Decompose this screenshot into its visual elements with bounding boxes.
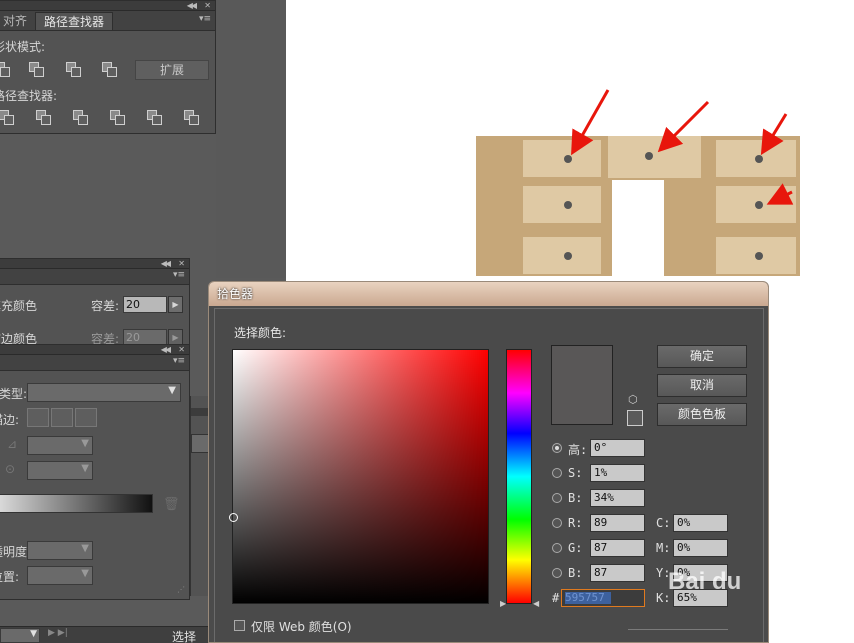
pathfinders-label: 路径查找器: [0,89,58,103]
angle-select[interactable]: ▼ [27,461,93,480]
panel-menu-icon[interactable]: ▾≡ [199,14,211,24]
arrow-2 [657,100,710,153]
shape-modes-label: 形状模式: [0,40,46,54]
arrow-1 [571,89,610,156]
stroke-label: 描边: [0,413,20,427]
divider [628,629,728,630]
hue-marker-left-icon: ▶ [500,599,507,608]
annotation-arrows [571,89,794,205]
aspect-select[interactable]: ▼ [27,436,93,455]
radio-hue[interactable] [552,443,562,453]
intersect-icon[interactable] [66,62,82,78]
tolerance-label: 容差: [91,299,120,313]
unite-icon[interactable] [0,62,11,78]
hue-slider[interactable] [506,349,532,604]
radio-saturation[interactable] [552,468,562,478]
tab-pathfinder[interactable]: 路径查找器 [35,12,114,30]
b-input[interactable]: 34% [590,489,645,507]
exclude-icon[interactable] [102,62,118,78]
gradient-slider[interactable] [0,494,153,513]
c-input[interactable]: 0% [673,514,728,532]
chevron-down-icon: ▼ [168,385,176,396]
s-label: S: [568,466,583,480]
chevron-down-icon: ▼ [81,438,89,449]
crop-icon[interactable] [110,110,126,126]
expand-button[interactable]: 扩展 [135,60,209,80]
chevron-down-icon: ▼ [81,543,89,554]
minus-back-icon[interactable] [184,110,200,126]
outline-icon[interactable] [147,110,163,126]
minus-front-icon[interactable] [29,62,45,78]
hue-marker-right-icon: ◀ [533,599,540,608]
out-of-gamut-cube-icon[interactable]: ⬡ [628,393,638,406]
web-only-checkbox[interactable] [234,620,245,631]
ok-button[interactable]: 确定 [657,345,747,368]
status-bar: ▼ ▶ ▶| 选择 [0,626,208,643]
page-nav-icon[interactable]: ▶ ▶| [48,628,68,638]
divide-icon[interactable] [0,110,15,126]
arrow-4 [766,183,794,205]
aspect-icon: ⊿ [7,437,18,451]
arrow-3 [760,113,788,156]
trash-icon[interactable]: 🗑 [163,497,180,512]
color-preview-swatch [551,345,613,425]
m-input[interactable]: 0% [673,539,728,557]
web-safe-swatch-icon[interactable] [627,410,643,426]
fill-color-label: 填充颜色 [0,299,38,313]
r-label: R: [568,516,583,530]
tolerance-input[interactable]: 20 [123,296,167,313]
panel-menu-icon[interactable]: ▾≡ [173,270,185,280]
type-select[interactable]: ▼ [27,383,181,402]
b-label: B: [568,491,583,505]
blue-label: B: [568,566,583,580]
c-label: C: [656,516,671,530]
blue-input[interactable]: 87 [590,564,645,582]
m-label: M: [656,541,671,555]
tab-align[interactable]: 对齐 [0,12,35,30]
angle-icon: ⊙ [5,462,16,476]
zoom-select[interactable]: ▼ [0,628,40,643]
radio-red[interactable] [552,518,562,528]
magic-wand-panel: ◀◀✕ ▾≡ 填充颜色 容差: 20 ▶ 描边颜色 容差: 20 ▶ [0,258,190,348]
dialog-title: 拾色器 [209,282,768,306]
color-cursor-icon [229,513,238,522]
h-input[interactable]: 0° [590,439,645,457]
panel-menu-icon[interactable]: ▾≡ [173,356,185,366]
color-field[interactable] [229,349,489,604]
g-input[interactable]: 87 [590,539,645,557]
chevron-down-icon: ▼ [81,568,89,579]
type-label: 类型: [0,387,28,401]
gradient-panel: ◀◀✕ ▾≡ 类型: ▼ 描边: ⊿ ▼ ⊙ ▼ 🗑 不透明度: ▼ 位置: ▼… [0,344,190,600]
pathfinder-panel: ◀◀✕ 对齐 路径查找器 ▾≡ 形状模式: 扩展 路径查找器: [0,0,216,134]
cancel-button[interactable]: 取消 [657,374,747,397]
color-swatches-button[interactable]: 颜色色板 [657,403,747,426]
canvas-pasteboard[interactable] [216,0,286,278]
merge-icon[interactable] [73,110,89,126]
h-label: 高: [568,443,588,457]
g-label: G: [568,541,583,555]
s-input[interactable]: 1% [590,464,645,482]
resize-grip-icon[interactable]: ⋰ [177,585,185,594]
location-select[interactable]: ▼ [27,566,93,585]
r-input[interactable]: 89 [590,514,645,532]
hex-selection [565,592,611,604]
stroke-options-icon[interactable] [27,408,97,427]
watermark-logo: Bai du [668,568,742,595]
chevron-down-icon: ▼ [81,463,89,474]
web-only-label: 仅限 Web 颜色(O) [251,620,352,634]
hidden-panel-strip [190,396,211,596]
opacity-select[interactable]: ▼ [27,541,93,560]
radio-green[interactable] [552,543,562,553]
radio-brightness[interactable] [552,493,562,503]
select-color-label: 选择颜色: [234,326,287,340]
radio-blue[interactable] [552,568,562,578]
hex-label: # [552,591,560,605]
location-label: 位置: [0,570,20,584]
chevron-down-icon: ▼ [30,629,37,639]
tolerance-stepper-icon[interactable]: ▶ [168,296,183,313]
trim-icon[interactable] [36,110,52,126]
tool-status: 选择 [172,630,197,643]
